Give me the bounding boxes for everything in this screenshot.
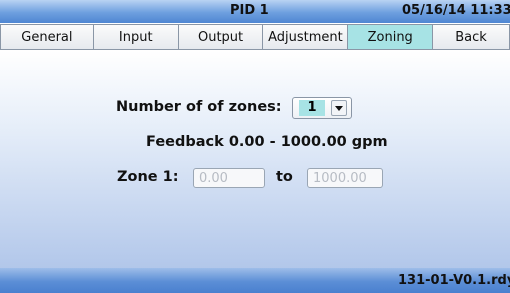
title-bar: PID 1 05/16/14 11:33 AM: [0, 0, 510, 23]
tab-bar: General Input Output Adjustment Zoning B…: [0, 24, 510, 50]
to-label: to: [276, 169, 293, 185]
tab-adjustment[interactable]: Adjustment: [263, 24, 349, 50]
tab-back[interactable]: Back: [433, 24, 510, 50]
zones-count-value: 1: [299, 100, 325, 116]
pid-screen: PID 1 05/16/14 11:33 AM General Input Ou…: [0, 0, 510, 293]
zones-count-label: Number of of zones:: [116, 99, 282, 115]
tab-input[interactable]: Input: [93, 24, 179, 50]
tab-zoning[interactable]: Zoning: [348, 24, 434, 50]
dropdown-arrow-icon[interactable]: [331, 100, 347, 116]
page-title: PID 1: [230, 3, 269, 18]
zone-1-to-input[interactable]: [307, 168, 383, 188]
feedback-range-text: Feedback 0.00 - 1000.00 gpm: [146, 134, 388, 150]
status-bar: 131-01-V0.1.rdy: [0, 268, 510, 293]
zones-count-select[interactable]: 1: [292, 97, 352, 119]
zone-1-label: Zone 1:: [117, 169, 179, 185]
zoning-panel: [0, 51, 510, 268]
version-label: 131-01-V0.1.rdy: [398, 273, 510, 288]
tab-output[interactable]: Output: [178, 24, 264, 50]
tab-general[interactable]: General: [0, 24, 94, 50]
datetime: 05/16/14 11:33 AM: [402, 3, 510, 18]
zone-1-from-input[interactable]: [193, 168, 265, 188]
